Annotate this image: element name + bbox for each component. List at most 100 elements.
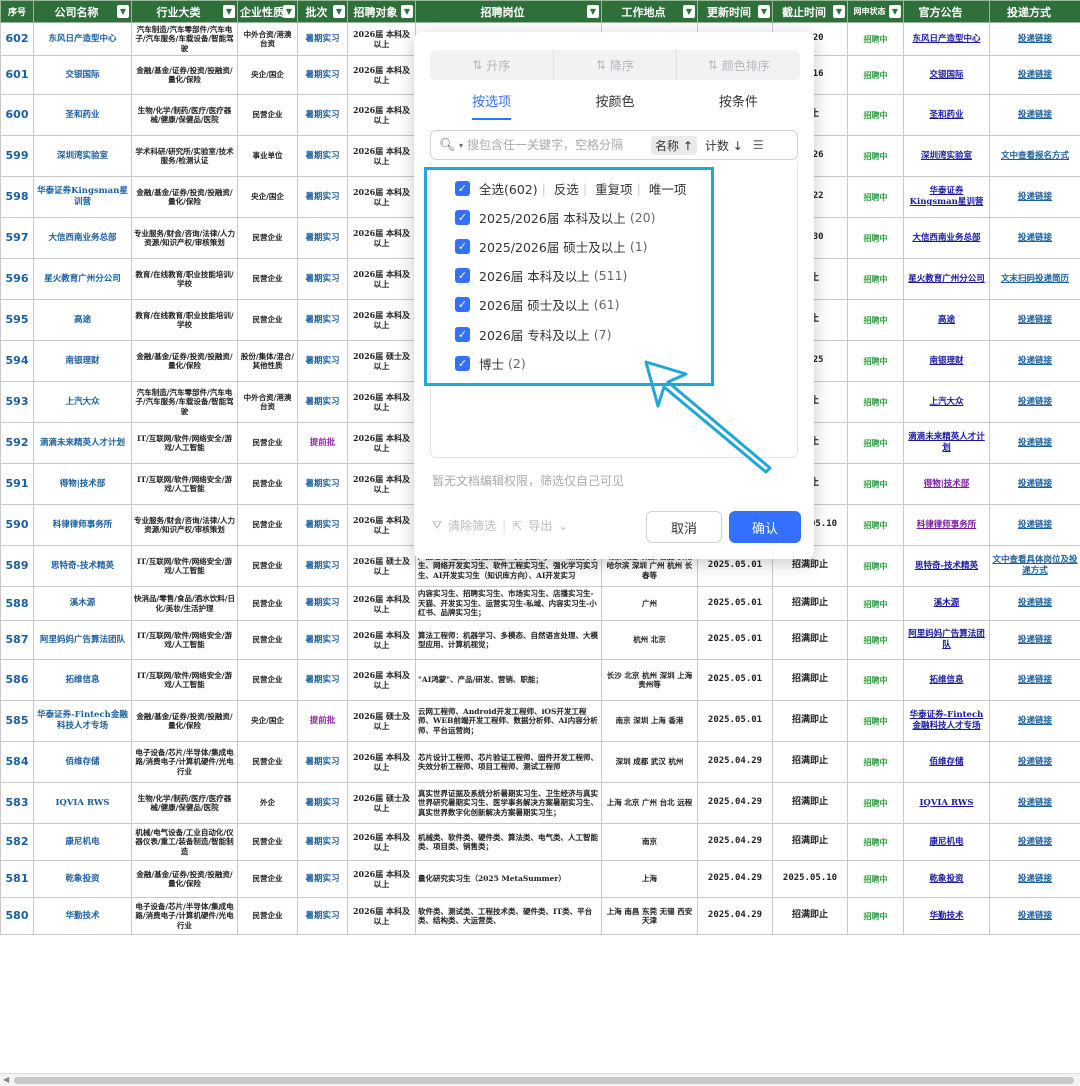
filter-option-item[interactable]: ✓ 2025/2026届 硕士及以上 (1): [455, 234, 648, 258]
column-header[interactable]: 招聘岗位 ▼: [415, 0, 602, 23]
filter-option-item[interactable]: ✓ 2026届 专科及以上 (7): [455, 322, 612, 346]
horizontal-scrollbar[interactable]: ◀: [0, 1073, 1080, 1086]
table-cell-notice[interactable]: 滴滴未来精英人才计划: [903, 422, 990, 464]
table-cell-notice[interactable]: 乾象投资: [903, 860, 990, 898]
table-cell-apply[interactable]: 投递链接: [989, 700, 1080, 742]
filter-options-icon[interactable]: ☰: [753, 138, 764, 152]
table-cell-apply[interactable]: 投递链接: [989, 422, 1080, 464]
table-cell-notice[interactable]: IQVIA RWS: [903, 782, 990, 824]
table-cell-notice[interactable]: 华勤技术: [903, 897, 990, 935]
clear-filter-button[interactable]: 清除筛选: [448, 517, 496, 534]
table-cell-notice[interactable]: 高途: [903, 299, 990, 341]
table-cell-notice[interactable]: 华泰证券-Fintech金融科技人才专场: [903, 700, 990, 742]
table-cell-apply[interactable]: 投递链接: [989, 741, 1080, 783]
table-cell-notice[interactable]: 交银国际: [903, 55, 990, 95]
table-cell-notice[interactable]: 拓维信息: [903, 659, 990, 701]
checkbox-checked-icon[interactable]: ✓: [455, 238, 470, 254]
filter-option-item[interactable]: ✓ 2025/2026届 本科及以上 (20): [455, 205, 655, 229]
table-cell-notice[interactable]: 康尼机电: [903, 823, 990, 861]
table-cell-notice[interactable]: 圣和药业: [903, 94, 990, 136]
column-header[interactable]: 企业性质 ▼: [237, 0, 298, 23]
table-cell-apply[interactable]: 投递链接: [989, 620, 1080, 660]
checkbox-checked-icon[interactable]: ✓: [455, 326, 470, 342]
sort-desc-button[interactable]: ⇅ 降序: [552, 50, 677, 80]
table-cell-notice[interactable]: 星火教育广州分公司: [903, 258, 990, 300]
table-cell-notice[interactable]: 上汽大众: [903, 381, 990, 423]
column-header[interactable]: 更新时间 ▼: [697, 0, 773, 23]
table-cell-apply[interactable]: 投递链接: [989, 860, 1080, 898]
table-cell-notice[interactable]: 得物|技术部: [903, 463, 990, 505]
filter-dropdown-icon[interactable]: ▼: [683, 5, 695, 18]
checkbox-checked-icon[interactable]: ✓: [455, 268, 470, 284]
table-cell-apply[interactable]: 投递链接: [989, 586, 1080, 621]
filter-dropdown-icon[interactable]: ▼: [333, 5, 345, 18]
table-cell-apply[interactable]: 投递链接: [989, 659, 1080, 701]
table-cell-notice[interactable]: 南银理财: [903, 340, 990, 382]
table-cell-notice[interactable]: 阿里妈妈广告算法团队: [903, 620, 990, 660]
table-cell-apply[interactable]: 投递链接: [989, 55, 1080, 95]
table-cell-apply[interactable]: 投递链接: [989, 823, 1080, 861]
table-cell-notice[interactable]: 思特奇-技术精英: [903, 545, 990, 587]
filter-option-item[interactable]: ✓ 博士 (2): [455, 352, 526, 376]
table-cell-apply[interactable]: 投递链接: [989, 22, 1080, 56]
table-cell-notice[interactable]: 东风日产造型中心: [903, 22, 990, 56]
table-cell-apply[interactable]: 投递链接: [989, 782, 1080, 824]
column-header[interactable]: 序号: [0, 0, 34, 23]
filter-option-item[interactable]: ✓ 2026届 本科及以上 (511): [455, 264, 627, 288]
chevron-down-icon[interactable]: ▾: [459, 141, 463, 150]
filter-dropdown-icon[interactable]: ▼: [223, 5, 235, 18]
column-header[interactable]: 招聘对象 ▼: [347, 0, 416, 23]
checkbox-checked-icon[interactable]: ✓: [455, 180, 470, 196]
table-cell-apply[interactable]: 投递链接: [989, 897, 1080, 935]
table-cell-notice[interactable]: 佰维存储: [903, 741, 990, 783]
duplicates-link[interactable]: 重复项: [595, 179, 633, 198]
table-cell-apply[interactable]: 投递链接: [989, 299, 1080, 341]
filter-dropdown-icon[interactable]: ▼: [117, 5, 129, 18]
table-cell-apply[interactable]: 文中查看具体岗位及投递方式: [989, 545, 1080, 587]
filter-option-item[interactable]: ✓ 2026届 硕士及以上 (61): [455, 293, 619, 317]
filter-dropdown-icon[interactable]: ▼: [401, 5, 413, 18]
column-header[interactable]: 行业大类 ▼: [131, 0, 238, 23]
filter-dropdown-icon[interactable]: ▼: [587, 5, 599, 18]
column-header[interactable]: 截止时间 ▼: [772, 0, 848, 23]
select-all-item[interactable]: ✓ 全选(602) | 反选 | 重复项 | 唯一项: [455, 176, 686, 200]
table-cell-apply[interactable]: 投递链接: [989, 381, 1080, 423]
scrollbar-thumb[interactable]: [14, 1077, 1074, 1084]
table-cell-apply[interactable]: 投递链接: [989, 176, 1080, 218]
checkbox-checked-icon[interactable]: ✓: [455, 209, 470, 225]
tab-by-item[interactable]: 按选项: [430, 92, 553, 122]
export-button[interactable]: 导出: [528, 517, 552, 534]
filter-dropdown-icon[interactable]: ▼: [283, 5, 295, 18]
table-cell-notice[interactable]: 深圳湾实验室: [903, 135, 990, 177]
column-header[interactable]: 公司名称 ▼: [33, 0, 132, 23]
filter-dropdown-icon[interactable]: ▼: [758, 5, 770, 18]
checkbox-checked-icon[interactable]: ✓: [455, 356, 470, 371]
column-header[interactable]: 官方公告: [903, 0, 990, 23]
column-header[interactable]: 投递方式: [989, 0, 1080, 23]
export-icon[interactable]: ⇱: [512, 519, 522, 533]
sort-by-name-button[interactable]: 名称 ↑: [651, 135, 697, 155]
table-cell-apply[interactable]: 文中查看报名方式: [989, 135, 1080, 177]
invert-selection-link[interactable]: 反选: [554, 179, 579, 198]
table-cell-apply[interactable]: 投递链接: [989, 217, 1080, 259]
search-icon[interactable]: 🔍︎: [439, 138, 459, 153]
tab-by-condition[interactable]: 按条件: [677, 92, 800, 122]
unique-link[interactable]: 唯一项: [649, 179, 687, 198]
search-input[interactable]: [467, 138, 648, 152]
tab-by-color[interactable]: 按颜色: [553, 92, 676, 122]
checkbox-checked-icon[interactable]: ✓: [455, 297, 470, 313]
filter-dropdown-icon[interactable]: ▼: [889, 5, 901, 18]
table-cell-notice[interactable]: 大信西南业务总部: [903, 217, 990, 259]
sort-asc-button[interactable]: ⇅ 升序: [430, 50, 553, 80]
table-cell-apply[interactable]: 投递链接: [989, 340, 1080, 382]
table-cell-apply[interactable]: 文末扫码投递简历: [989, 258, 1080, 300]
column-header[interactable]: 工作地点 ▼: [601, 0, 698, 23]
table-cell-apply[interactable]: 投递链接: [989, 94, 1080, 136]
table-cell-notice[interactable]: 科律律师事务所: [903, 504, 990, 546]
column-header[interactable]: 网申状态 ▼: [847, 0, 904, 23]
table-cell-apply[interactable]: 投递链接: [989, 463, 1080, 505]
confirm-button[interactable]: 确认: [729, 511, 801, 543]
sort-color-button[interactable]: ⇅ 颜色排序: [676, 50, 800, 80]
column-header[interactable]: 批次 ▼: [297, 0, 348, 23]
table-cell-apply[interactable]: 投递链接: [989, 504, 1080, 546]
